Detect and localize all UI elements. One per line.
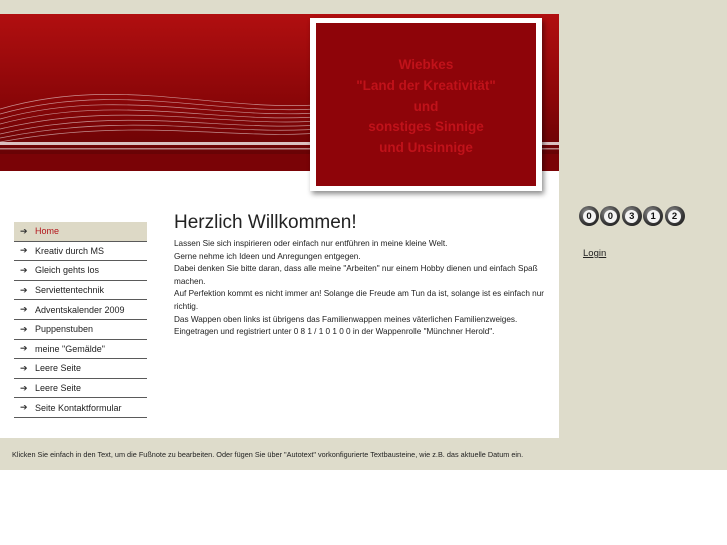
site-title-line: sonstiges Sinnige — [368, 119, 484, 134]
nav-item-gleich-gehts-los[interactable]: ➔ Gleich gehts los — [14, 261, 147, 281]
nav-item-label: Kreativ durch MS — [35, 245, 105, 256]
main-navigation: ➔ Home ➔ Kreativ durch MS ➔ Gleich gehts… — [14, 222, 147, 418]
body-paragraph: Dabei denken Sie bitte daran, dass alle … — [174, 264, 538, 286]
nav-item-kontaktformular[interactable]: ➔ Seite Kontaktformular — [14, 398, 147, 418]
arrow-right-icon: ➔ — [20, 323, 28, 334]
arrow-right-icon: ➔ — [20, 225, 28, 236]
nav-item-kreativ-durch-ms[interactable]: ➔ Kreativ durch MS — [14, 242, 147, 262]
site-title-box: Wiebkes "Land der Kreativität" und sonst… — [310, 18, 542, 191]
counter-digit: 1 — [643, 206, 664, 226]
main-content: Herzlich Willkommen! Lassen Sie sich ins… — [174, 212, 544, 339]
counter-digit: 0 — [600, 206, 621, 226]
body-paragraph: Auf Perfektion kommt es nicht immer an! … — [174, 289, 544, 311]
nav-item-label: Home — [35, 226, 60, 237]
arrow-right-icon: ➔ — [20, 343, 28, 354]
nav-item-label: Seite Kontaktformular — [35, 402, 122, 413]
counter-digit: 2 — [664, 206, 685, 226]
nav-item-label: Leere Seite — [35, 363, 82, 374]
nav-item-gemaelde[interactable]: ➔ meine "Gemälde" — [14, 340, 147, 360]
nav-item-label: Gleich gehts los — [35, 265, 100, 276]
nav-item-label: meine "Gemälde" — [35, 343, 105, 354]
body-paragraph: Gerne nehme ich Ideen und Anregungen ent… — [174, 251, 361, 261]
arrow-right-icon: ➔ — [20, 284, 28, 295]
site-title-panel: Wiebkes "Land der Kreativität" und sonst… — [316, 23, 536, 186]
counter-digit: 3 — [621, 206, 642, 226]
body-paragraph: Das Wappen oben links ist übrigens das F… — [174, 314, 518, 324]
nav-item-home[interactable]: ➔ Home — [14, 222, 147, 242]
nav-item-label: Puppenstuben — [35, 324, 94, 335]
nav-item-leere-seite[interactable]: ➔ Leere Seite — [14, 379, 147, 399]
counter-digit: 0 — [579, 206, 599, 226]
nav-item-label: Leere Seite — [35, 383, 82, 394]
body-paragraph: Eingetragen und registriert unter 0 8 1 … — [174, 327, 495, 337]
arrow-right-icon: ➔ — [20, 245, 28, 256]
nav-item-leere-seite[interactable]: ➔ Leere Seite — [14, 359, 147, 379]
page-title: Herzlich Willkommen! — [174, 212, 357, 233]
site-title-line: "Land der Kreativität" — [356, 78, 496, 93]
nav-item-label: Serviettentechnik — [35, 285, 105, 296]
visitor-counter: 0 0 3 1 2 — [579, 206, 686, 226]
site-title-line: und Unsinnige — [379, 140, 473, 155]
nav-item-label: Adventskalender 2009 — [35, 304, 125, 315]
arrow-right-icon: ➔ — [20, 382, 28, 393]
arrow-right-icon: ➔ — [20, 304, 28, 315]
arrow-right-icon: ➔ — [20, 264, 28, 275]
site-title-line: Wiebkes — [398, 57, 454, 72]
body-paragraph: Lassen Sie sich inspirieren oder einfach… — [174, 239, 448, 248]
login-link[interactable]: Login — [583, 248, 606, 259]
arrow-right-icon: ➔ — [20, 402, 28, 413]
site-title-line: und — [413, 99, 439, 114]
nav-item-adventskalender[interactable]: ➔ Adventskalender 2009 — [14, 300, 147, 320]
nav-item-puppenstuben[interactable]: ➔ Puppenstuben — [14, 320, 147, 340]
arrow-right-icon: ➔ — [20, 362, 28, 373]
footer-note: Klicken Sie einfach in den Text, um die … — [12, 449, 524, 459]
nav-item-serviettentechnik[interactable]: ➔ Serviettentechnik — [14, 281, 147, 301]
